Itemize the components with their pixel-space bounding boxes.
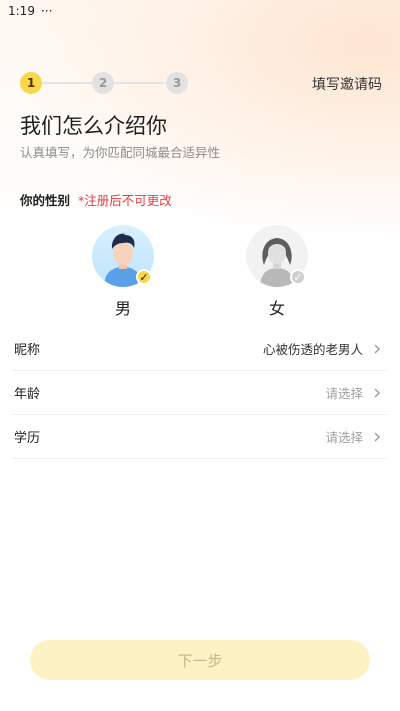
nickname-value: 心被伤透的老男人 [262,342,363,357]
status-time: 1:19 [8,4,35,18]
gender-heading: 你的性别 *注册后不可更改 [20,190,172,209]
nickname-row[interactable]: 昵称 心被伤透的老男人 [12,327,387,371]
next-step-button[interactable]: 下一步 [30,640,370,680]
page-subtitle: 认真填写，为你匹配同城最合适异性 [20,145,221,160]
gender-heading-label: 你的性别 [20,193,71,208]
age-row[interactable]: 年龄 请选择 [12,371,387,415]
chevron-right-icon [374,432,380,441]
step-2: 2 [92,72,114,94]
step-indicator: 1 2 3 [20,72,190,94]
education-value: 请选择 [325,430,363,445]
profile-form: 昵称 心被伤透的老男人 年龄 请选择 学历 请选择 [12,327,387,459]
gender-option-female[interactable]: ✓ 女 [237,225,317,319]
invite-code-link[interactable]: 填写邀请码 [312,74,382,94]
gender-label-female: 女 [268,299,285,318]
step-1: 1 [20,72,42,94]
nickname-label: 昵称 [14,343,41,358]
status-bar: 1:19 ··· [0,0,400,22]
chevron-right-icon [374,388,380,397]
age-value: 请选择 [325,386,363,401]
gender-label-male: 男 [114,299,131,318]
gender-warning-note: *注册后不可更改 [78,193,172,208]
education-label: 学历 [14,431,41,446]
selected-check-icon: ✓ [136,269,152,285]
education-row[interactable]: 学历 请选择 [12,415,387,459]
status-overflow-icon: ··· [40,4,53,18]
step-connector [114,82,164,84]
page-title: 我们怎么介绍你 [20,114,167,138]
step-connector [42,82,92,84]
step-3: 3 [166,72,188,94]
chevron-right-icon [374,344,380,353]
unselected-check-icon: ✓ [290,269,306,285]
age-label: 年龄 [14,387,41,402]
gender-option-male[interactable]: ✓ 男 [83,225,163,319]
